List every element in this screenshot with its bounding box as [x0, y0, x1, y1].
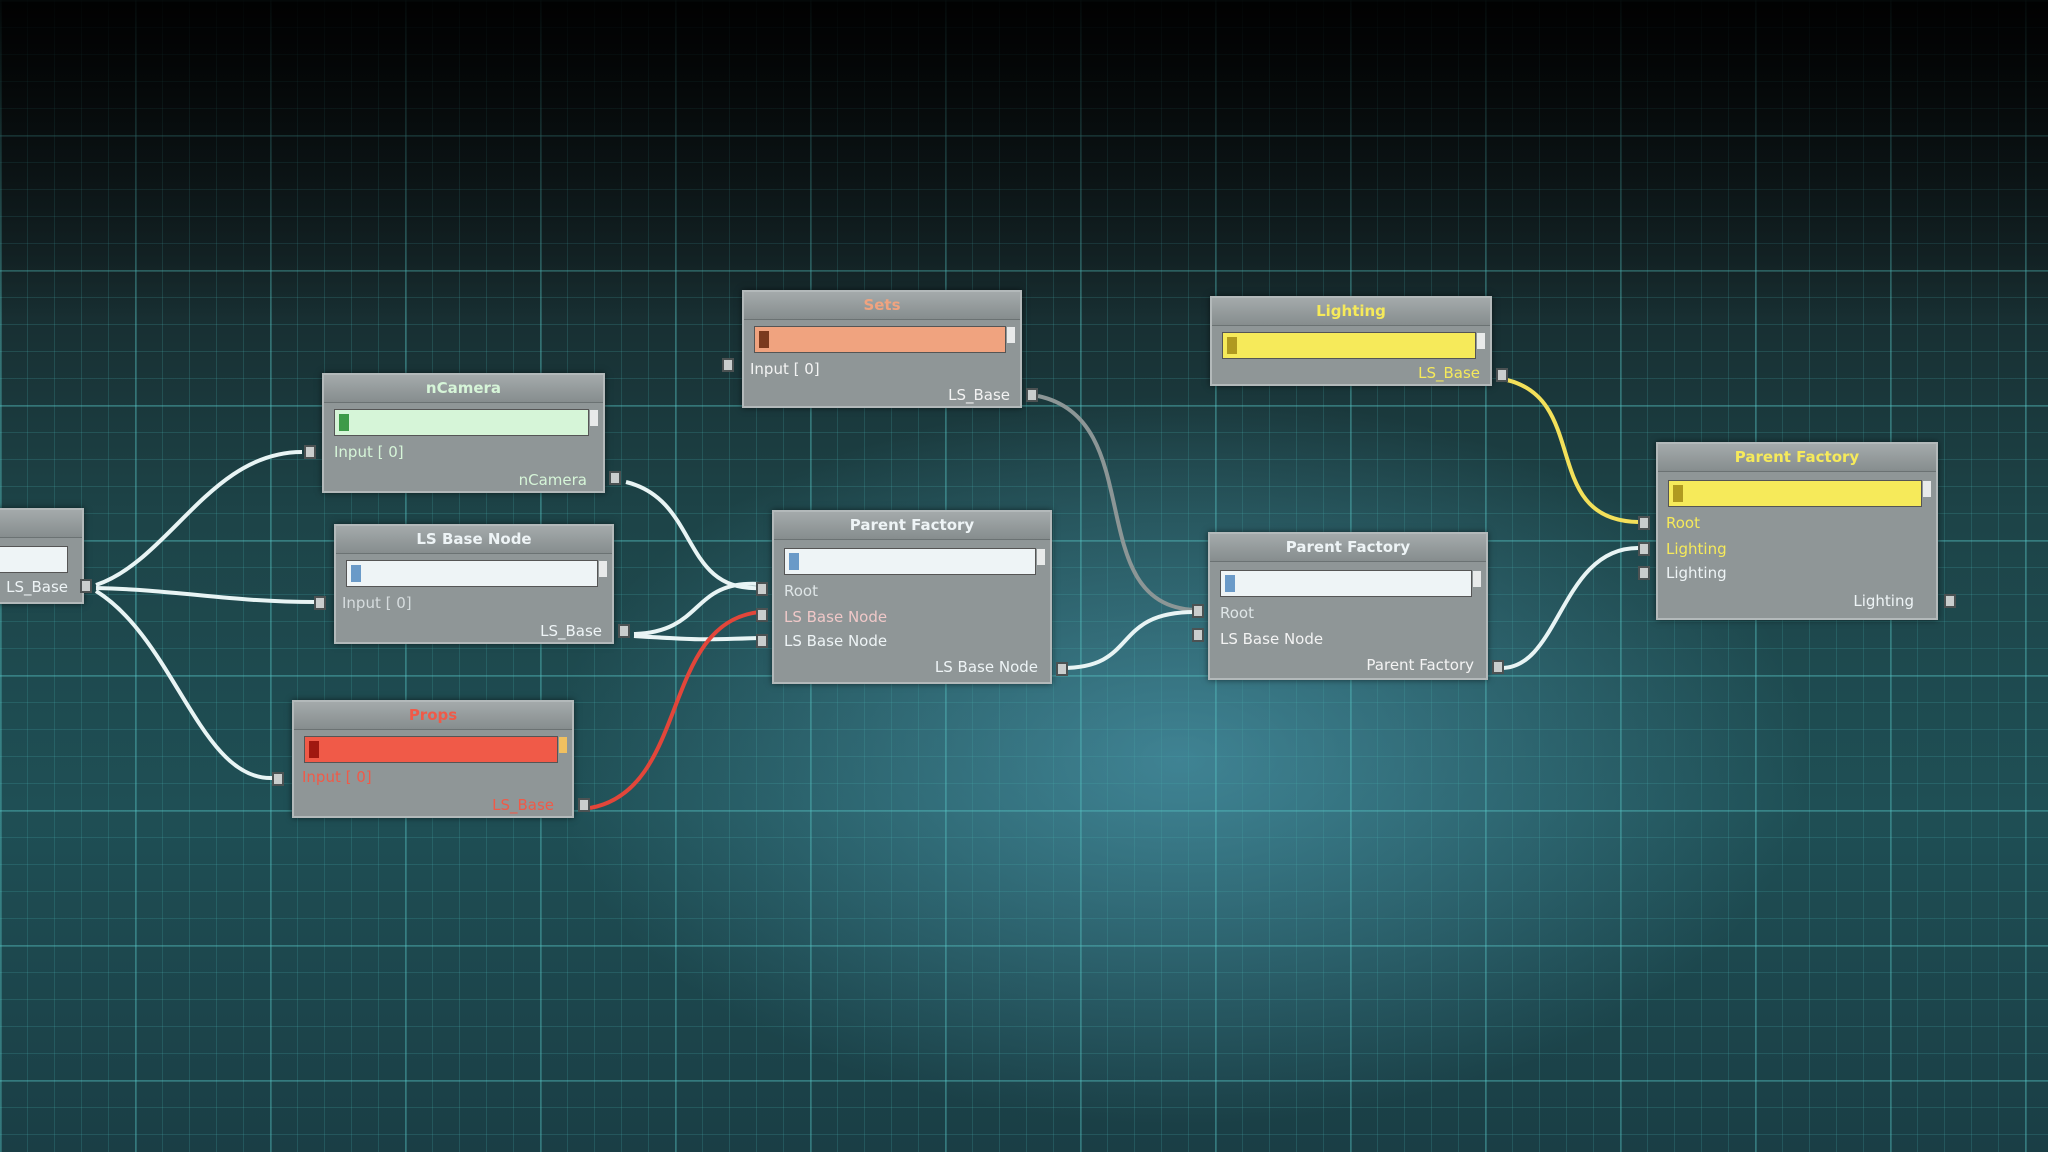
input-label-2: LS Base Node: [1220, 630, 1324, 648]
ncamera-node[interactable]: nCamera Input [ 0] nCamera: [304, 373, 621, 493]
wire-ncamera-to-pf1-root[interactable]: [625, 480, 761, 591]
input-label-2: LS Base Node: [784, 608, 888, 626]
wire-lsbasenode-to-pf1[interactable]: [633, 581, 761, 636]
bar-end-handle[interactable]: [1037, 549, 1045, 565]
wire-pf1-to-pf2[interactable]: [1061, 610, 1196, 670]
bar-end-handle[interactable]: [599, 561, 607, 577]
node-title: Parent Factory: [1210, 534, 1486, 562]
output-port[interactable]: [618, 624, 630, 638]
input-label-root: Root: [784, 582, 818, 600]
node-title: LS Base Node: [336, 526, 612, 554]
input-port-2[interactable]: [1192, 628, 1204, 642]
input-port[interactable]: [314, 596, 326, 610]
output-label: LS_Base: [1418, 364, 1480, 382]
wire-pf2-to-pf3-lighting[interactable]: [1499, 546, 1639, 671]
output-port[interactable]: [1026, 388, 1038, 402]
node-title: Parent Factory: [774, 512, 1050, 540]
node-color-bar[interactable]: [754, 326, 1015, 353]
color-chip: [351, 565, 361, 582]
output-label: LS_Base: [948, 386, 1010, 404]
output-label: LS Base Node: [934, 658, 1038, 676]
input-port-2[interactable]: [756, 608, 768, 622]
parent-factory-node-2[interactable]: Parent Factory Root LS Base Node Parent …: [1192, 532, 1504, 680]
parent-factory-node-3[interactable]: Parent Factory Root Lighting Lighting Li…: [1638, 442, 1956, 620]
lighting-node[interactable]: Lighting LS_Base: [1210, 296, 1508, 386]
input-label: Input [ 0]: [334, 443, 404, 461]
input-port-2[interactable]: [1638, 542, 1650, 556]
input-label: Input [ 0]: [302, 768, 372, 786]
input-label-3: LS Base Node: [784, 632, 888, 650]
output-port[interactable]: [80, 579, 92, 593]
input-port-3[interactable]: [756, 634, 768, 648]
color-chip: [1225, 575, 1235, 592]
output-port[interactable]: [578, 798, 590, 812]
node-title: [0, 510, 82, 538]
input-port-root[interactable]: [1638, 516, 1650, 530]
input-label-root: Root: [1220, 604, 1254, 622]
input-port-root[interactable]: [756, 582, 768, 596]
output-label: LS_Base: [6, 578, 68, 596]
wire-lsbase-to-ncamera[interactable]: [95, 450, 303, 587]
node-color-bar[interactable]: [304, 736, 567, 763]
node-title: Parent Factory: [1658, 444, 1936, 472]
wire-props-to-pf1[interactable]: [589, 610, 761, 810]
bar-end-handle[interactable]: [590, 410, 598, 426]
wire-lsbase-to-props[interactable]: [94, 589, 273, 781]
wire-lsbase-to-lsbasenode[interactable]: [95, 586, 317, 604]
input-label-root: Root: [1666, 514, 1700, 532]
sets-node[interactable]: Sets Input [ 0] LS_Base: [722, 290, 1038, 408]
output-label: LS_Base: [492, 796, 554, 814]
node-color-bar[interactable]: [1668, 480, 1931, 507]
output-port[interactable]: [609, 471, 621, 485]
color-chip: [309, 741, 319, 758]
output-port[interactable]: [1492, 660, 1504, 674]
wire-lighting-to-pf3-root[interactable]: [1506, 378, 1639, 524]
input-port[interactable]: [304, 445, 316, 459]
input-port-3[interactable]: [1638, 566, 1650, 580]
node-title: Props: [294, 702, 572, 730]
node-title: nCamera: [324, 375, 603, 403]
ls-base-node-left[interactable]: LS_Base: [0, 508, 92, 604]
output-port[interactable]: [1496, 368, 1508, 382]
color-chip: [1673, 485, 1683, 502]
color-chip: [789, 553, 799, 570]
input-label-2: Lighting: [1666, 540, 1727, 558]
output-label: LS_Base: [540, 622, 602, 640]
props-node[interactable]: Props Input [ 0] LS_Base: [272, 700, 590, 818]
node-color-bar[interactable]: [0, 546, 68, 573]
node-color-bar[interactable]: [346, 560, 607, 587]
output-port[interactable]: [1944, 594, 1956, 608]
bar-end-handle[interactable]: [1007, 327, 1015, 343]
output-label: Parent Factory: [1366, 656, 1474, 674]
input-port[interactable]: [272, 772, 284, 786]
color-chip: [1227, 337, 1237, 354]
color-chip: [339, 414, 349, 431]
input-port[interactable]: [722, 358, 734, 372]
input-label: Input [ 0]: [342, 594, 412, 612]
bar-end-handle[interactable]: [1923, 481, 1931, 497]
bar-end-handle[interactable]: [559, 737, 567, 753]
node-color-bar[interactable]: [784, 548, 1045, 575]
input-label-3: Lighting: [1666, 564, 1727, 582]
output-label: Lighting: [1853, 592, 1914, 610]
wire-sets-to-pf2[interactable]: [1037, 394, 1196, 612]
input-label: Input [ 0]: [750, 360, 820, 378]
node-title: Sets: [744, 292, 1020, 320]
output-port[interactable]: [1056, 662, 1068, 676]
wire-lsbasenode-to-pf1-b[interactable]: [633, 634, 761, 642]
node-color-bar[interactable]: [1222, 332, 1485, 359]
bar-end-handle[interactable]: [1473, 571, 1481, 587]
ls-base-node[interactable]: LS Base Node Input [ 0] LS_Base: [314, 524, 630, 644]
node-title: Lighting: [1212, 298, 1490, 326]
input-port-root[interactable]: [1192, 604, 1204, 618]
node-color-bar[interactable]: [334, 409, 598, 436]
node-color-bar[interactable]: [1220, 570, 1481, 597]
output-label: nCamera: [518, 471, 587, 489]
parent-factory-node-1[interactable]: Parent Factory Root LS Base Node LS Base…: [756, 510, 1068, 684]
color-chip: [759, 331, 769, 348]
bar-end-handle[interactable]: [1477, 333, 1485, 349]
